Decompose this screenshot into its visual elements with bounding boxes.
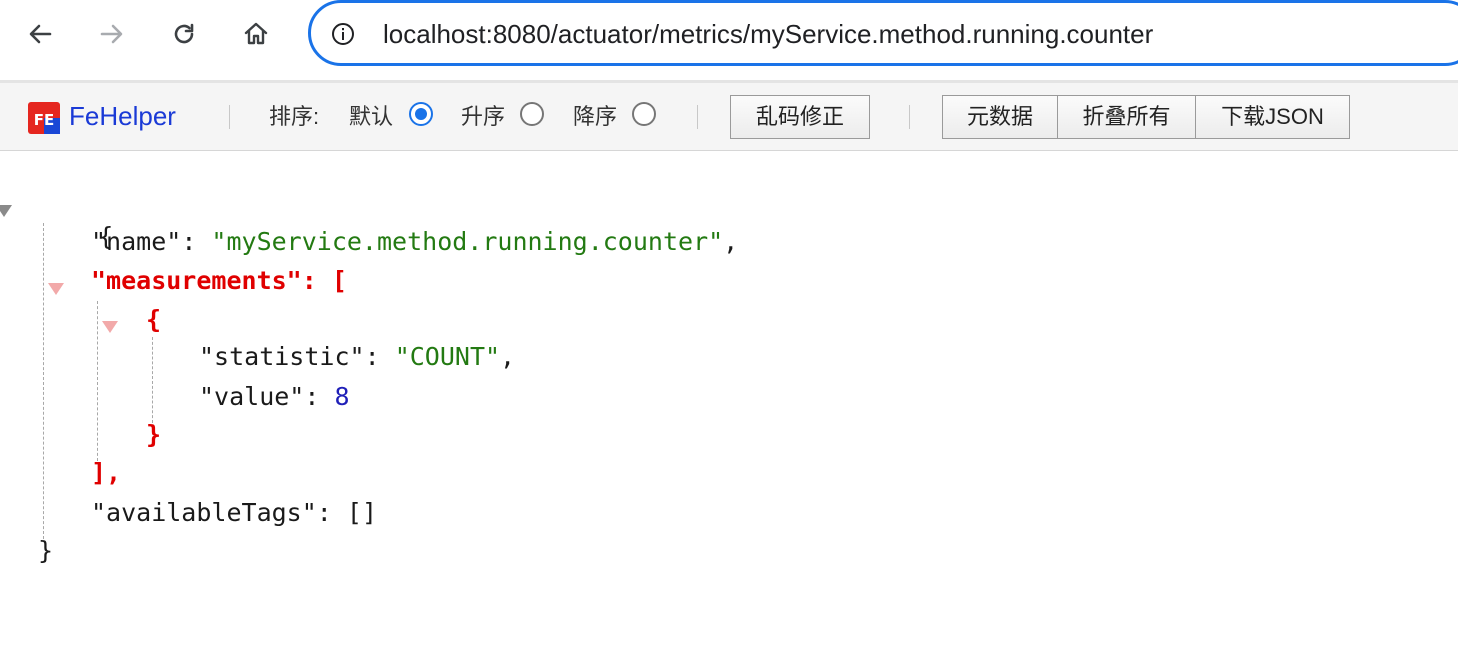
toolbar-divider (697, 105, 698, 129)
toolbar-divider (909, 105, 910, 129)
item-close-brace: } (146, 420, 162, 449)
site-info-icon[interactable] (331, 22, 355, 46)
value-number[interactable]: 8 (334, 382, 349, 411)
sort-option-default-radio[interactable] (409, 102, 433, 126)
logo-text: FE (34, 111, 55, 129)
statistic-key: "statistic" (199, 342, 365, 371)
comma: , (500, 342, 516, 371)
value-key: "value" (199, 382, 305, 411)
json-line-item-close: } (146, 419, 161, 451)
indent-guide (152, 337, 153, 423)
download-json-button[interactable]: 下载JSON (1195, 95, 1350, 139)
colon: : (304, 382, 335, 411)
forward-arrow-icon (100, 24, 123, 44)
back-arrow-icon (29, 24, 52, 44)
collapse-all-button[interactable]: 折叠所有 (1057, 95, 1196, 139)
colon: : (316, 498, 347, 527)
sort-label: 排序: (269, 104, 320, 129)
sort-option-asc-radio[interactable] (520, 102, 544, 126)
json-line-root-close: } (38, 535, 53, 567)
collapse-root-toggle-icon[interactable] (0, 205, 12, 217)
url-text[interactable]: localhost:8080/actuator/metrics/myServic… (383, 19, 1153, 49)
toolbar-divider (229, 105, 230, 129)
measurements-array-close: ], (91, 458, 122, 487)
name-value[interactable]: "myService.method.running.counter" (211, 227, 723, 256)
collapse-measurement-item-toggle-icon[interactable] (102, 321, 118, 333)
reload-button[interactable] (164, 14, 204, 54)
sort-option-desc-radio[interactable] (632, 102, 656, 126)
back-button[interactable] (20, 14, 60, 54)
colon: : (181, 227, 212, 256)
sort-option-desc-label[interactable]: 降序 (573, 102, 617, 132)
root-close-brace: } (38, 536, 54, 565)
statistic-value[interactable]: "COUNT" (395, 342, 500, 371)
json-line-name: "name": "myService.method.running.counte… (91, 226, 738, 258)
available-tags-key: "availableTags" (91, 498, 317, 527)
metadata-button[interactable]: 元数据 (942, 95, 1058, 139)
json-line-measurements: "measurements": [ (91, 265, 347, 297)
fehelper-logo-icon: FE (28, 102, 60, 134)
json-line-statistic: "statistic": "COUNT", (199, 341, 515, 373)
json-line-item-open: { (146, 304, 161, 336)
comma: , (723, 227, 739, 256)
fehelper-toolbar: FE FeHelper 排序: 默认 升序 降序 乱码修正 元数据 折叠所有 下… (0, 83, 1458, 151)
home-icon (244, 22, 268, 45)
available-tags-value[interactable]: [] (347, 498, 377, 527)
forward-button[interactable] (92, 14, 132, 54)
colon: : (364, 342, 395, 371)
sort-option-asc-label[interactable]: 升序 (461, 102, 505, 132)
fix-encoding-button[interactable]: 乱码修正 (730, 95, 870, 139)
indent-guide (97, 301, 98, 461)
address-bar[interactable]: localhost:8080/actuator/metrics/myServic… (308, 0, 1458, 66)
measurements-array-open: [ (331, 266, 347, 295)
item-open-brace: { (146, 305, 162, 334)
brand-name[interactable]: FeHelper (69, 99, 176, 133)
colon: : (301, 266, 332, 295)
sort-option-default-label[interactable]: 默认 (349, 102, 393, 132)
json-viewer: { "name": "myService.method.running.coun… (0, 151, 1458, 656)
measurements-key[interactable]: "measurements" (91, 266, 302, 295)
browser-chrome: localhost:8080/actuator/metrics/myServic… (0, 0, 1458, 80)
json-line-array-close: ], (91, 457, 121, 489)
home-button[interactable] (236, 14, 276, 54)
name-key: "name" (91, 227, 182, 256)
json-line-value: "value": 8 (199, 381, 350, 413)
reload-icon (174, 23, 194, 44)
json-line-available-tags: "availableTags": [] (91, 497, 377, 529)
